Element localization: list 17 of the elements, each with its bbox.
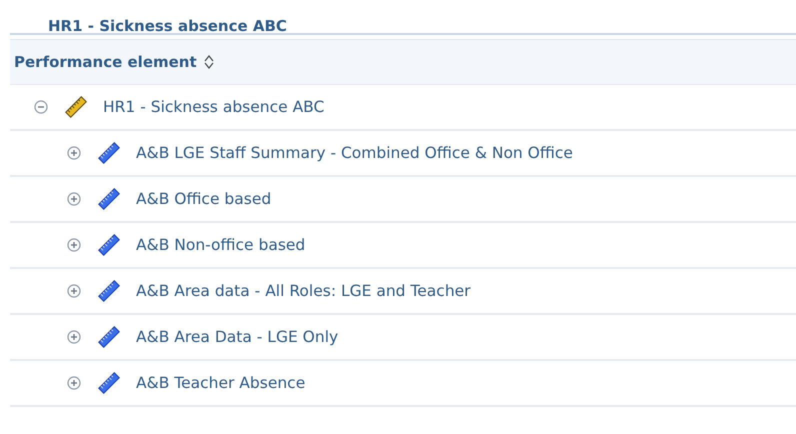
column-header[interactable]: Performance element [10,39,796,85]
expand-icon[interactable] [67,330,81,344]
expand-icon[interactable] [67,146,81,160]
tree-item[interactable]: A&B Area Data - LGE Only [136,328,338,346]
report-title: HR1 - Sickness absence ABC [47,16,288,33]
expand-icon[interactable] [67,238,81,252]
expand-icon[interactable] [67,192,81,206]
tree-item[interactable]: A&B Non-office based [136,236,306,254]
tree-item[interactable]: A&B LGE Staff Summary - Combined Office & Non Office [136,144,573,162]
tree-item[interactable]: HR1 - Sickness absence ABC [103,98,324,116]
expand-icon[interactable] [67,284,81,298]
sort-icon[interactable] [202,54,215,70]
tree-item[interactable]: A&B Office based [136,190,272,208]
tree-item[interactable]: A&B Teacher Absence [136,374,306,392]
expand-icon[interactable] [67,376,81,390]
tree-item[interactable]: A&B Area data - All Roles: LGE and Teacher [136,282,471,300]
collapse-icon[interactable] [34,100,48,114]
